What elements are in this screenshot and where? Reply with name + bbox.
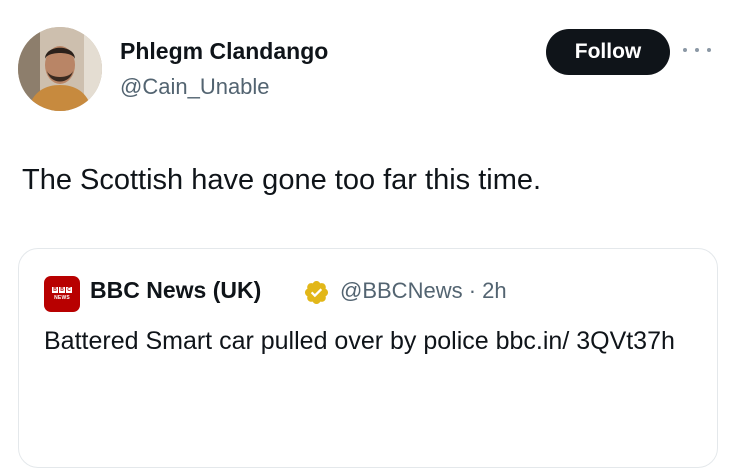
quoted-time[interactable]: 2h bbox=[482, 278, 506, 303]
bbc-block: B bbox=[52, 287, 58, 293]
quoted-author-handle[interactable]: @BBCNews · 2h bbox=[340, 278, 507, 304]
follow-button[interactable]: Follow bbox=[546, 29, 670, 75]
bbc-block: B bbox=[59, 287, 65, 293]
more-dot bbox=[707, 48, 711, 52]
more-dot bbox=[695, 48, 699, 52]
more-horizontal-icon[interactable] bbox=[683, 40, 711, 60]
avatar-photo bbox=[18, 27, 102, 111]
quoted-author-name[interactable]: BBC News (UK) bbox=[90, 277, 261, 304]
more-dot bbox=[683, 48, 687, 52]
meta-separator: · bbox=[468, 278, 477, 303]
author-avatar[interactable] bbox=[18, 27, 102, 111]
verified-badge-icon bbox=[304, 280, 329, 305]
tweet-text: The Scottish have gone too far this time… bbox=[22, 164, 542, 196]
quoted-tweet-text: Battered Smart car pulled over by police… bbox=[44, 327, 675, 355]
bbc-blocks: B B C bbox=[52, 287, 72, 293]
author-name[interactable]: Phlegm Clandango bbox=[120, 38, 328, 65]
bbc-block: C bbox=[66, 287, 72, 293]
quoted-handle: @BBCNews bbox=[340, 278, 463, 303]
bbc-news-label: NEWS bbox=[54, 295, 70, 301]
author-handle[interactable]: @Cain_Unable bbox=[120, 74, 270, 100]
bbc-news-logo[interactable]: B B C NEWS bbox=[44, 276, 80, 312]
